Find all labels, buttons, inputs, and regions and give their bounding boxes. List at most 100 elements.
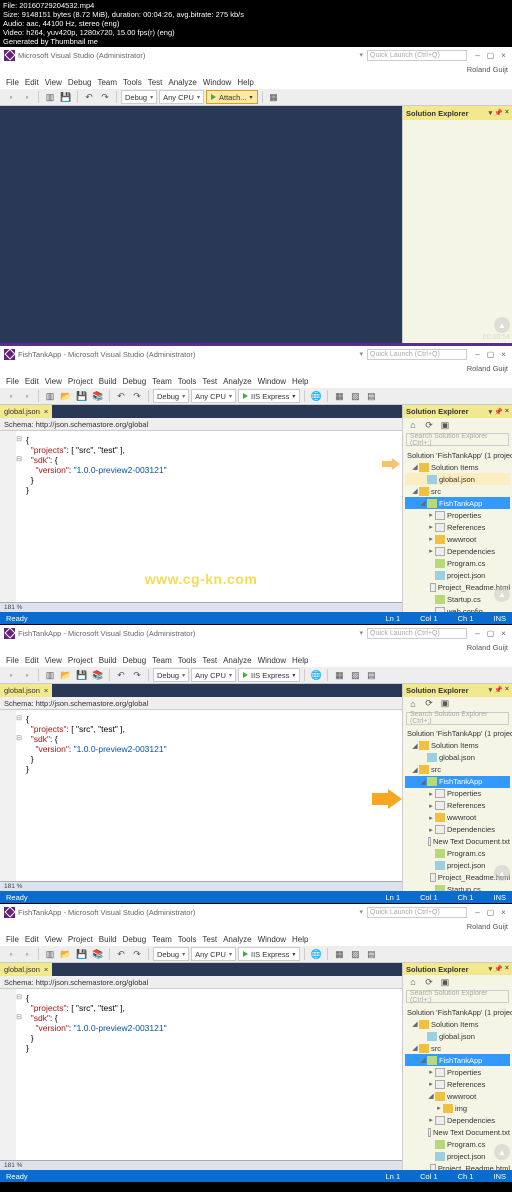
menu-team[interactable]: Team (152, 656, 172, 665)
menu-tools[interactable]: Tools (178, 656, 197, 665)
tool2-icon[interactable]: ▨ (348, 389, 362, 403)
expand-icon[interactable]: ▸ (427, 790, 435, 798)
maximize-button[interactable]: ▢ (486, 908, 495, 917)
expand-icon[interactable]: ◢ (419, 499, 427, 507)
tree-node[interactable]: ▸Dependencies (405, 824, 510, 836)
maximize-button[interactable]: ▢ (486, 350, 495, 359)
save-icon[interactable]: 💾 (75, 389, 89, 403)
tree-node[interactable]: ◢src (405, 485, 510, 497)
se-search-input[interactable]: Search Solution Explorer (Ctrl+;) (406, 990, 509, 1003)
tree-node[interactable]: ◢src (405, 1042, 510, 1054)
tree-node[interactable]: Solution 'FishTankApp' (1 project) (405, 728, 510, 740)
nav-fwd-icon[interactable]: ◦ (20, 947, 34, 961)
menu-edit[interactable]: Edit (25, 935, 39, 944)
close-panel-icon[interactable]: × (505, 686, 509, 694)
menu-view[interactable]: View (45, 377, 62, 386)
minimize-button[interactable]: – (473, 51, 482, 60)
home-icon[interactable]: ⌂ (406, 418, 420, 432)
tree-node[interactable]: global.json (405, 752, 510, 764)
expand-icon[interactable]: ▸ (427, 547, 435, 555)
tool1-icon[interactable]: ▦ (332, 389, 346, 403)
attach-button[interactable]: Attach...▾ (206, 90, 258, 104)
undo-icon[interactable]: ↶ (114, 389, 128, 403)
quick-launch-input[interactable]: Quick Launch (Ctrl+Q) (367, 349, 467, 360)
tree-node[interactable]: Solution 'FishTankApp' (1 project) (405, 1006, 510, 1018)
expand-icon[interactable]: ◢ (411, 463, 419, 471)
minimize-button[interactable]: – (473, 908, 482, 917)
tab-close-icon[interactable]: × (44, 407, 48, 416)
tree-node[interactable]: project.json (405, 569, 510, 581)
dropdown-icon[interactable]: ▾ (489, 686, 493, 694)
tree-node[interactable]: ◢FishTankApp (405, 497, 510, 509)
expand-icon[interactable]: ▸ (427, 802, 435, 810)
menu-team[interactable]: Team (152, 935, 172, 944)
menu-window[interactable]: Window (258, 935, 286, 944)
menu-edit[interactable]: Edit (25, 78, 39, 87)
code-editor[interactable]: ⊟{ "projects": [ "src", "test" ], ⊟ "sdk… (0, 431, 402, 602)
platform-dropdown[interactable]: Any CPU▾ (191, 389, 236, 403)
tree-node[interactable]: ▸References (405, 1078, 510, 1090)
run-iis-button[interactable]: IIS Express▾ (238, 389, 300, 403)
menu-file[interactable]: File (6, 377, 19, 386)
dropdown-icon[interactable]: ▾ (489, 408, 493, 416)
nav-back-icon[interactable]: ◦ (4, 389, 18, 403)
expand-icon[interactable]: ◢ (419, 1056, 427, 1064)
save-icon[interactable]: 💾 (75, 947, 89, 961)
expand-icon[interactable]: ▸ (427, 814, 435, 822)
tree-node[interactable]: ◢Solution Items (405, 461, 510, 473)
tab-close-icon[interactable]: × (44, 965, 48, 974)
expand-icon[interactable]: ◢ (411, 1044, 419, 1052)
menu-view[interactable]: View (45, 935, 62, 944)
tree-node[interactable]: ◢src (405, 764, 510, 776)
config-dropdown[interactable]: Debug▾ (153, 389, 189, 403)
tree-node[interactable]: ▸Dependencies (405, 1114, 510, 1126)
tree-node[interactable]: ▸Properties (405, 788, 510, 800)
open-icon[interactable]: 📂 (59, 668, 73, 682)
tree-node[interactable]: web.config (405, 605, 510, 612)
pin-icon[interactable]: 📌 (494, 965, 503, 973)
nav-back-icon[interactable]: ◦ (4, 668, 18, 682)
redo-icon[interactable]: ↷ (130, 668, 144, 682)
tool1-icon[interactable]: ▦ (332, 947, 346, 961)
menu-project[interactable]: Project (68, 656, 93, 665)
quick-launch-input[interactable]: Quick Launch (Ctrl+Q) (367, 628, 467, 639)
pin-icon[interactable]: 📌 (494, 686, 503, 694)
tree-node[interactable]: global.json (405, 473, 510, 485)
tool1-icon[interactable]: ▦ (332, 668, 346, 682)
collapse-icon[interactable]: ▣ (438, 975, 452, 989)
close-button[interactable]: × (499, 629, 508, 638)
tool2-icon[interactable]: ▨ (348, 947, 362, 961)
menu-tools[interactable]: Tools (178, 935, 197, 944)
expand-icon[interactable]: ◢ (411, 766, 419, 774)
expand-icon[interactable]: ◢ (411, 487, 419, 495)
menu-analyze[interactable]: Analyze (223, 656, 251, 665)
menu-file[interactable]: File (6, 78, 19, 87)
menu-team[interactable]: Team (152, 377, 172, 386)
menu-analyze[interactable]: Analyze (223, 935, 251, 944)
zoom-level[interactable]: 181 % (4, 883, 22, 890)
menu-file[interactable]: File (6, 656, 19, 665)
tool3-icon[interactable]: ▤ (364, 947, 378, 961)
save-all-icon[interactable]: 📚 (91, 389, 105, 403)
menu-analyze[interactable]: Analyze (223, 377, 251, 386)
redo-icon[interactable]: ↷ (98, 90, 112, 104)
close-button[interactable]: × (499, 350, 508, 359)
tree-node[interactable]: ▸Properties (405, 509, 510, 521)
nav-back-icon[interactable]: ◦ (4, 90, 18, 104)
new-icon[interactable]: ▥ (43, 947, 57, 961)
editor-tab-global-json[interactable]: global.json× (0, 405, 52, 418)
expand-icon[interactable]: ◢ (427, 1092, 435, 1100)
tree-node[interactable]: ◢FishTankApp (405, 1054, 510, 1066)
tree-node[interactable]: Project_Readme.html (405, 1162, 510, 1170)
menu-build[interactable]: Build (99, 377, 117, 386)
menu-build[interactable]: Build (99, 935, 117, 944)
tool-icon[interactable]: ▦ (267, 90, 281, 104)
run-iis-button[interactable]: IIS Express▾ (238, 668, 300, 682)
minimize-button[interactable]: – (473, 629, 482, 638)
tool3-icon[interactable]: ▤ (364, 668, 378, 682)
toolbar-dropdown-icon[interactable]: ▾ (359, 908, 363, 916)
menu-debug[interactable]: Debug (123, 377, 147, 386)
menu-window[interactable]: Window (258, 377, 286, 386)
toolbar-dropdown-icon[interactable]: ▾ (359, 51, 363, 59)
menu-analyze[interactable]: Analyze (168, 78, 196, 87)
